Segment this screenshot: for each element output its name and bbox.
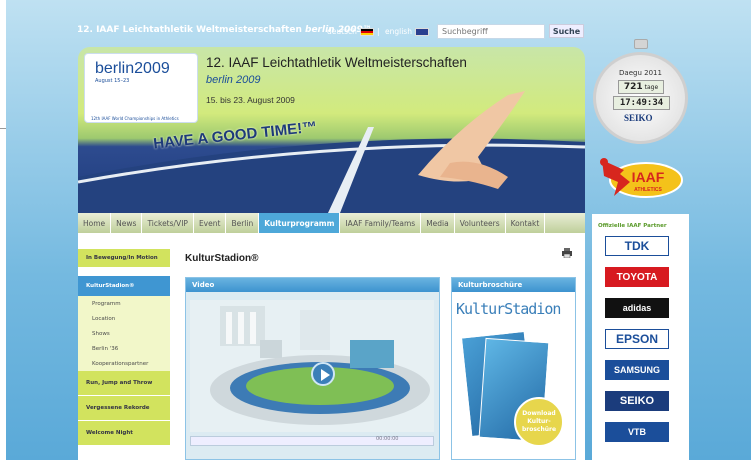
banner-title: 12. IAAF Leichtathletik Weltmeisterschaf… (206, 55, 467, 70)
leftnav-item-in-bewegung-in-motion[interactable]: In Bewegung/In Motion (78, 249, 170, 268)
sponsor-epson[interactable]: EPSON (605, 329, 669, 349)
german-flag-icon (359, 28, 374, 36)
countdown-city: Daegu 2011 (619, 69, 662, 77)
leftnav-item-welcome-night[interactable]: Welcome Night (78, 421, 170, 446)
left-nav: In Bewegung/In Motion KulturStadion® Progr… (78, 249, 170, 460)
stopwatch-crown (634, 39, 648, 49)
search-input[interactable] (437, 24, 545, 39)
banner-city: berlin 2009 (206, 74, 261, 86)
countdown-time: 17:49:34 (613, 96, 670, 110)
leftnav-item-run-jump-and-throw[interactable]: Run, Jump and Throw (78, 371, 170, 396)
brochure-header: Kulturbroschüre (452, 278, 575, 292)
lang-separator: | (377, 27, 380, 36)
logo-caption: 12th IAAF World Championships in Athleti… (91, 116, 179, 121)
iaaf-text: IAAF (632, 169, 665, 185)
partner-sidebar: Offizielle IAAF Partner TDK TOYOTA adidas E… (592, 214, 689, 460)
video-time: 00:00:00 (376, 436, 399, 442)
brochure-logo: KulturStadion (456, 300, 561, 318)
leftnav-item-vergessene-rekorde[interactable]: Vergessene Rekorde (78, 396, 170, 421)
sponsor-toyota[interactable]: TOYOTA (605, 267, 669, 287)
search-button[interactable]: Suche (549, 24, 584, 38)
sponsor-samsung[interactable]: SAMSUNG (605, 360, 669, 380)
nav-item-news[interactable]: News (111, 213, 143, 233)
nav-item-berlin[interactable]: Berlin (226, 213, 260, 233)
banner-dates: 15. bis 23. August 2009 (206, 95, 295, 105)
seiko-logo: SEIKO (624, 113, 653, 123)
nav-item-volunteers[interactable]: Volunteers (455, 213, 506, 233)
video-header: Video (186, 278, 439, 292)
iaaf-subtext: ATHLETICS (634, 187, 662, 193)
page-background: 12. IAAF Leichtathletik Weltmeisterschaf… (6, 0, 751, 460)
main-nav: Home News Tickets/VIP Event Berlin Kulturprog… (78, 213, 585, 233)
leftnav-item-kooperationspartner[interactable]: Kooperationspartner (78, 356, 170, 371)
content-area: In Bewegung/In Motion KulturStadion® Progr… (78, 233, 585, 460)
nav-item-event[interactable]: Event (194, 213, 227, 233)
leftnav-item-programm[interactable]: Programm (78, 296, 170, 311)
iaaf-logo[interactable]: IAAF ATHLETICS (594, 152, 686, 202)
leftnav-item-location[interactable]: Location (78, 311, 170, 326)
lang-en-link[interactable]: english (385, 27, 429, 36)
sponsor-tdk[interactable]: TDK (605, 236, 669, 256)
download-brochure-button[interactable]: Download Kultur-broschüre (514, 397, 564, 447)
video-panel: Video 00:00:00 (185, 277, 440, 460)
play-button[interactable] (311, 362, 335, 386)
print-icon[interactable] (562, 248, 572, 258)
hero-banner: berlin2009 August 15–23 12th IAAF World … (78, 47, 585, 213)
nav-item-tickets-vip[interactable]: Tickets/VIP (142, 213, 194, 233)
logo-date: August 15–23 (95, 78, 130, 84)
countdown-stopwatch[interactable]: Daegu 2011 721 tage 17:49:34 SEIKO (593, 52, 688, 144)
nav-item-kulturprogramm[interactable]: Kulturprogramm (259, 213, 341, 233)
nav-item-iaaf-family-teams[interactable]: IAAF Family/Teams (340, 213, 422, 233)
video-player[interactable] (190, 300, 434, 432)
sponsor-adidas[interactable]: adidas (605, 298, 669, 318)
partner-title: Offizielle IAAF Partner (598, 223, 667, 229)
nav-item-media[interactable]: Media (421, 213, 455, 233)
page-title: KulturStadion® (185, 253, 259, 264)
brochure-panel: Kulturbroschüre KulturStadion Download Ku… (451, 277, 576, 460)
sponsor-vtb[interactable]: VTB (605, 422, 669, 442)
countdown-days: 721 tage (618, 80, 664, 94)
lang-de-link[interactable]: deutsch (327, 27, 374, 36)
stadium-illustration (190, 300, 434, 432)
leftnav-item-berlin-36[interactable]: Berlin '36 (78, 341, 170, 356)
sponsor-seiko[interactable]: SEIKO (605, 391, 669, 411)
nav-item-kontakt[interactable]: Kontakt (506, 213, 546, 233)
leftnav-item-kulturstadion-[interactable]: KulturStadion® (78, 276, 170, 296)
uk-flag-icon (414, 28, 429, 36)
nav-item-home[interactable]: Home (78, 213, 112, 233)
leftnav-item-shows[interactable]: Shows (78, 326, 170, 341)
berlin-2009-logo[interactable]: berlin2009 August 15–23 12th IAAF World … (84, 53, 198, 123)
